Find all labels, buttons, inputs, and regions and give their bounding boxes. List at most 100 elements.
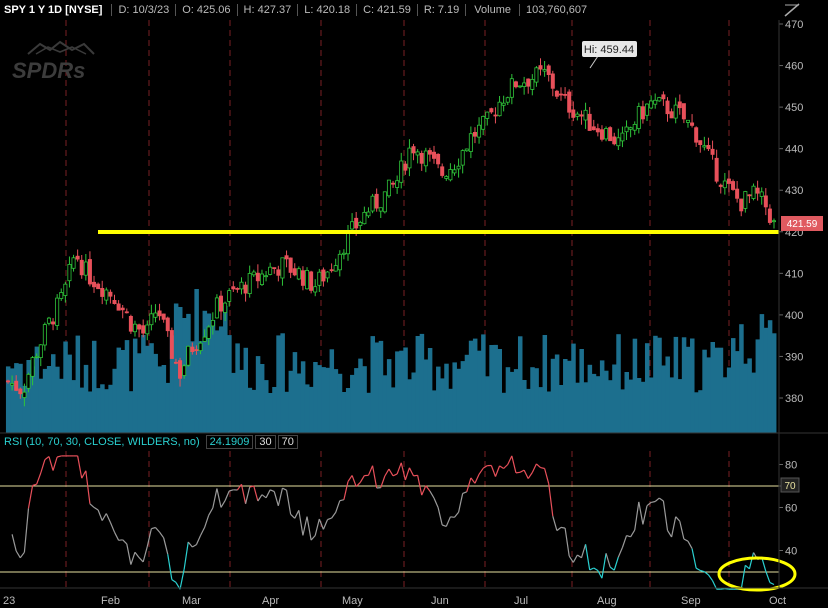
candle-body <box>575 113 580 117</box>
candle-body <box>546 65 551 76</box>
candle-body <box>251 271 256 276</box>
volume-bar <box>612 364 617 433</box>
volume-bar <box>640 381 646 433</box>
volume-bar <box>75 335 81 433</box>
volume-bar <box>214 330 220 433</box>
candle-body <box>612 136 617 145</box>
volume-bar <box>26 360 31 433</box>
volume-bar <box>325 367 330 433</box>
price-tick-label: 410 <box>785 268 803 280</box>
volume-bar <box>145 345 150 433</box>
volume-bar <box>632 338 638 433</box>
rsi-70-tag-text: 70 <box>784 481 796 492</box>
time-tick-label: Aug <box>597 595 617 607</box>
price-tick-label: 450 <box>785 102 803 114</box>
candle-body <box>231 286 236 290</box>
volume-bar <box>264 380 269 433</box>
volume-bar <box>411 372 416 433</box>
volume-bar <box>505 367 511 433</box>
volume-bar <box>604 370 609 433</box>
volume-bar <box>128 391 134 433</box>
candle-body <box>460 150 465 166</box>
volume-bar <box>661 365 666 433</box>
volume-bar <box>272 387 277 433</box>
candle-body <box>399 160 404 183</box>
candle-body <box>481 116 486 130</box>
price-tick-label: 470 <box>785 19 803 31</box>
volume-bar <box>116 347 122 433</box>
volume-bar <box>399 350 404 433</box>
volume-bar <box>186 313 191 433</box>
candle-body <box>636 106 641 129</box>
volume-bar <box>534 368 539 433</box>
volume-bar <box>460 361 466 433</box>
candle-body <box>665 100 670 115</box>
volume-bar <box>382 375 388 433</box>
volume-bar <box>550 358 556 433</box>
candle-body <box>276 269 281 276</box>
volume-bar <box>157 366 163 433</box>
candle-body <box>6 380 11 383</box>
volume-bar <box>538 387 543 433</box>
candle-body <box>677 101 682 109</box>
volume-bar <box>231 372 236 433</box>
candle-body <box>763 195 768 208</box>
candle-body <box>530 79 535 90</box>
volume-bar <box>472 338 478 433</box>
volume-bar <box>173 303 179 433</box>
candle-body <box>395 180 400 188</box>
rsi-tick-label: 60 <box>785 503 797 515</box>
candle-body <box>206 326 211 339</box>
volume-bar <box>313 362 318 433</box>
volume-bar <box>702 349 707 433</box>
volume-bar <box>120 350 126 433</box>
rsi-study-label[interactable]: RSI (10, 70, 30, CLOSE, WILDERS, no) <box>0 436 204 448</box>
volume-bar <box>42 368 48 433</box>
volume-bar <box>489 345 494 433</box>
time-tick-label: Mar <box>182 595 201 607</box>
volume-bar <box>743 363 748 433</box>
volume-bar <box>530 367 535 433</box>
volume-bar <box>694 392 699 433</box>
candle-body <box>165 317 170 332</box>
candle-body <box>292 268 297 276</box>
candle-body <box>567 91 572 113</box>
volume-bar <box>108 384 113 433</box>
candle-body <box>558 93 563 96</box>
candle-body <box>714 157 719 182</box>
volume-bar <box>579 349 584 433</box>
candle-body <box>313 286 318 293</box>
candle-body <box>661 94 666 100</box>
candle-body <box>272 267 277 270</box>
volume-bar <box>644 343 650 433</box>
candle-body <box>18 388 23 395</box>
candle-body <box>624 126 629 133</box>
volume-bar <box>698 390 703 433</box>
candle-body <box>628 127 633 130</box>
volume-bar <box>239 369 244 433</box>
candle-body <box>132 323 137 333</box>
volume-bar <box>751 372 756 433</box>
candle-body <box>247 273 252 295</box>
volume-bar <box>571 343 576 433</box>
price-axis: 470460450440430420410400390380 <box>779 19 803 405</box>
candle-body <box>595 128 600 133</box>
volume-bar <box>587 364 593 433</box>
volume-bar <box>771 333 777 433</box>
candle-body <box>583 109 588 121</box>
volume-bar <box>423 359 429 433</box>
volume-bar <box>304 384 310 433</box>
candle-body <box>79 259 84 276</box>
candle-body <box>153 312 158 318</box>
volume-bar <box>624 372 629 433</box>
candle-body <box>317 271 322 286</box>
candle-body <box>645 103 650 116</box>
candle-body <box>214 297 219 319</box>
volume-bar <box>636 378 642 433</box>
volume-bar <box>554 354 560 433</box>
volume-bar <box>38 378 44 433</box>
volume-bar <box>227 335 232 433</box>
chart-canvas[interactable]: 1/2/232/1/233/1/234/3/235/1/236/1/237/3/… <box>0 0 828 608</box>
candle-body <box>735 188 740 199</box>
candle-body <box>653 99 658 105</box>
